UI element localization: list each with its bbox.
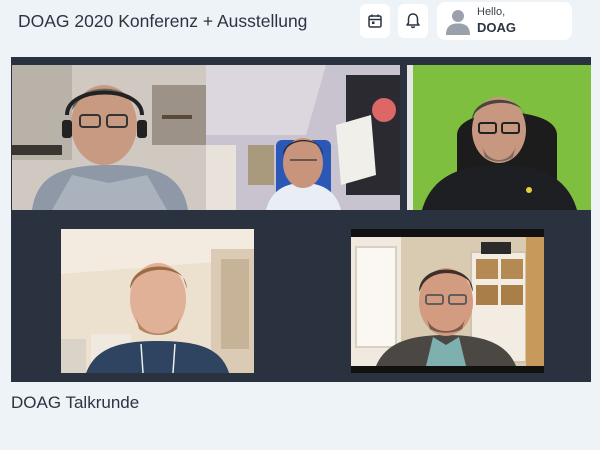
calendar-icon	[368, 14, 382, 28]
participant-video	[206, 65, 400, 210]
letterbox-bottom	[351, 366, 544, 373]
app-title: DOAG 2020 Konferenz + Ausstellung	[18, 11, 308, 31]
user-menu[interactable]: Hello, DOAG	[437, 2, 572, 40]
user-name: DOAG	[477, 20, 516, 35]
session-title: DOAG Talkrunde	[11, 393, 140, 412]
video-conference-stage	[11, 57, 591, 382]
calendar-button[interactable]	[360, 4, 390, 38]
app-header: DOAG 2020 Konferenz + Ausstellung Hello,…	[0, 0, 600, 46]
video-tile-participant-1[interactable]	[12, 65, 206, 210]
video-tile-participant-5[interactable]	[351, 237, 544, 366]
video-tile-participant-3[interactable]	[407, 65, 591, 210]
participant-video	[407, 65, 591, 210]
participant-video	[12, 65, 206, 210]
notifications-button[interactable]	[398, 4, 428, 38]
video-tile-participant-2[interactable]	[206, 65, 400, 210]
video-tile-participant-4[interactable]	[61, 229, 254, 373]
bell-icon	[406, 13, 420, 29]
letterbox-top	[351, 229, 544, 237]
participant-video	[61, 229, 254, 373]
user-avatar-icon	[446, 10, 470, 35]
user-greeting: Hello,	[477, 6, 506, 18]
participant-video	[351, 237, 544, 366]
